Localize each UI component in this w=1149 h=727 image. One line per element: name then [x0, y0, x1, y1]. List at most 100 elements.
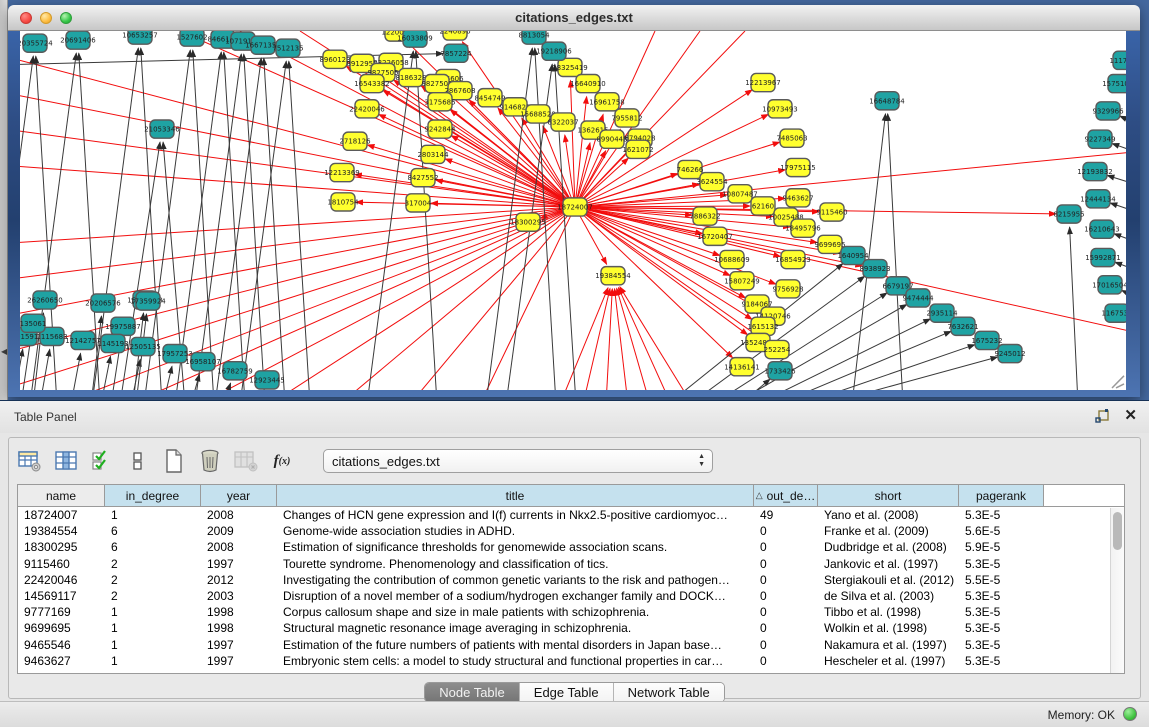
- select-columns-button[interactable]: [53, 448, 79, 474]
- graph-node[interactable]: 12213369: [324, 163, 360, 181]
- graph-node[interactable]: 7485063: [776, 129, 807, 147]
- graph-node[interactable]: 1733426: [764, 362, 796, 380]
- graph-node[interactable]: 7857224: [440, 44, 472, 62]
- function-builder-button[interactable]: f(x): [269, 448, 295, 474]
- graph-node[interactable]: 1145193: [97, 334, 128, 352]
- column-header-in_degree[interactable]: in_degree: [105, 485, 201, 506]
- graph-node[interactable]: 9329966: [1092, 102, 1124, 120]
- graph-node[interactable]: 8427552: [407, 169, 438, 187]
- table-row[interactable]: 977716911998Corpus callosum shape and si…: [18, 604, 1124, 620]
- graph-node[interactable]: 20355724: [20, 34, 53, 52]
- column-header-out_de[interactable]: △out_de…: [754, 485, 818, 506]
- tab-network-table[interactable]: Network Table: [614, 683, 724, 702]
- graph-node[interactable]: 1675232: [971, 331, 1002, 349]
- close-panel-icon[interactable]: ✕: [1124, 408, 1137, 424]
- graph-node[interactable]: 20691406: [60, 31, 96, 49]
- network-graph-canvas[interactable]: 1872400718300295193845548960123891295523…: [20, 31, 1126, 390]
- graph-node[interactable]: 2240896: [439, 31, 471, 40]
- graph-node[interactable]: 21053346: [144, 120, 180, 138]
- graph-node[interactable]: 9463627: [782, 189, 813, 207]
- column-header-year[interactable]: year: [201, 485, 277, 506]
- graph-node[interactable]: 8322037: [547, 113, 578, 131]
- graph-node[interactable]: 14136141: [724, 358, 760, 376]
- graph-node[interactable]: 17016504: [1092, 276, 1126, 294]
- graph-node[interactable]: 10653257: [122, 31, 158, 44]
- column-header-short[interactable]: short: [818, 485, 959, 506]
- table-select-combobox[interactable]: citations_edges.txt ▲▼: [323, 449, 713, 473]
- graph-node[interactable]: 7886322: [689, 207, 720, 225]
- graph-node[interactable]: 1117304: [1109, 51, 1126, 69]
- graph-node[interactable]: 9756928: [772, 280, 803, 298]
- graph-node[interactable]: 1527602: [176, 31, 207, 46]
- table-row[interactable]: 2242004622012Investigating the contribut…: [18, 572, 1124, 588]
- graph-node[interactable]: 3175685: [424, 93, 455, 111]
- graph-node[interactable]: 19975887: [105, 317, 141, 335]
- table-row[interactable]: 946362711997Embryonic stem cells: a mode…: [18, 653, 1124, 669]
- close-window-button[interactable]: [20, 12, 32, 24]
- graph-node[interactable]: 16210643: [1084, 220, 1120, 238]
- graph-node[interactable]: 15751074: [1102, 74, 1126, 92]
- tab-node-table[interactable]: Node Table: [425, 683, 520, 702]
- column-header-title[interactable]: title: [277, 485, 754, 506]
- graph-node[interactable]: 317004: [405, 194, 432, 212]
- graph-node[interactable]: 8938923: [859, 260, 890, 278]
- graph-node[interactable]: 19384554: [595, 267, 631, 285]
- select-rows-button[interactable]: [89, 448, 115, 474]
- new-table-button[interactable]: [161, 448, 187, 474]
- delete-column-button[interactable]: [197, 448, 223, 474]
- window-titlebar[interactable]: citations_edges.txt: [8, 5, 1140, 31]
- zoom-window-button[interactable]: [60, 12, 72, 24]
- graph-node[interactable]: 252254: [764, 340, 791, 358]
- graph-node[interactable]: 15807249: [724, 272, 760, 290]
- graph-node[interactable]: 9245012: [994, 344, 1025, 362]
- graph-node[interactable]: 3624554: [696, 173, 728, 191]
- graph-node[interactable]: 135061: [20, 314, 46, 332]
- graph-node[interactable]: 12505135: [125, 337, 161, 355]
- graph-node[interactable]: 20206576: [85, 294, 121, 312]
- column-header-pagerank[interactable]: pagerank: [959, 485, 1044, 506]
- graph-node[interactable]: 16720407: [697, 227, 733, 245]
- table-row[interactable]: 946554611997Estimation of the future num…: [18, 637, 1124, 653]
- graph-node[interactable]: 12213967: [745, 73, 781, 91]
- graph-node[interactable]: 9474444: [902, 289, 934, 307]
- table-row[interactable]: 1872400712008Changes of HCN gene express…: [18, 507, 1124, 523]
- canvas-resize-grip[interactable]: [1112, 376, 1124, 388]
- graph-node[interactable]: 7955812: [611, 109, 642, 127]
- table-row[interactable]: 1830029562008Estimation of significance …: [18, 539, 1124, 555]
- network-graph[interactable]: 1872400718300295193845548960123891295523…: [20, 31, 1126, 390]
- float-panel-icon[interactable]: [1095, 409, 1110, 424]
- graph-node[interactable]: 17975115: [780, 158, 816, 176]
- graph-node[interactable]: 2803144: [417, 145, 449, 163]
- row-height-button[interactable]: [125, 448, 151, 474]
- minimize-window-button[interactable]: [40, 12, 52, 24]
- graph-node[interactable]: 12444134: [1080, 190, 1116, 208]
- graph-node[interactable]: 12923445: [249, 371, 285, 389]
- graph-node[interactable]: 16033809: [397, 31, 433, 47]
- graph-node[interactable]: 8215955: [1053, 205, 1084, 223]
- graph-node[interactable]: 7512135: [272, 39, 303, 57]
- graph-node[interactable]: 9115460: [816, 203, 847, 221]
- graph-node[interactable]: 9227349: [1084, 130, 1115, 148]
- graph-node[interactable]: 1167532: [1101, 304, 1126, 322]
- scrollbar-thumb[interactable]: [1113, 512, 1122, 550]
- table-settings-button[interactable]: [17, 448, 43, 474]
- graph-node[interactable]: 16648784: [869, 92, 905, 110]
- table-row[interactable]: 1938455462009Genome-wide association stu…: [18, 523, 1124, 539]
- table-row[interactable]: 911546021997Tourette syndrome. Phenomeno…: [18, 556, 1124, 572]
- splitpane-collapse-arrow[interactable]: ◀: [1, 347, 7, 356]
- graph-node[interactable]: 16782759: [217, 362, 253, 380]
- graph-node[interactable]: 12193832: [1077, 162, 1113, 180]
- graph-node[interactable]: 10688609: [714, 250, 750, 268]
- table-row[interactable]: 1456911722003Disruption of a novel membe…: [18, 588, 1124, 604]
- graph-node[interactable]: 7632621: [947, 317, 978, 335]
- graph-node[interactable]: 16640910: [570, 74, 606, 92]
- table-row[interactable]: 969969511998Structural magnetic resonanc…: [18, 620, 1124, 636]
- tab-edge-table[interactable]: Edge Table: [520, 683, 614, 702]
- graph-node[interactable]: 2718126: [339, 132, 371, 150]
- graph-node[interactable]: 1621072: [622, 140, 653, 158]
- graph-node[interactable]: 1810754: [327, 193, 359, 211]
- column-header-name[interactable]: name: [18, 485, 105, 506]
- graph-node[interactable]: 15992871: [1085, 248, 1121, 266]
- table-vertical-scrollbar[interactable]: [1110, 508, 1124, 673]
- graph-node[interactable]: 9242844: [424, 120, 456, 138]
